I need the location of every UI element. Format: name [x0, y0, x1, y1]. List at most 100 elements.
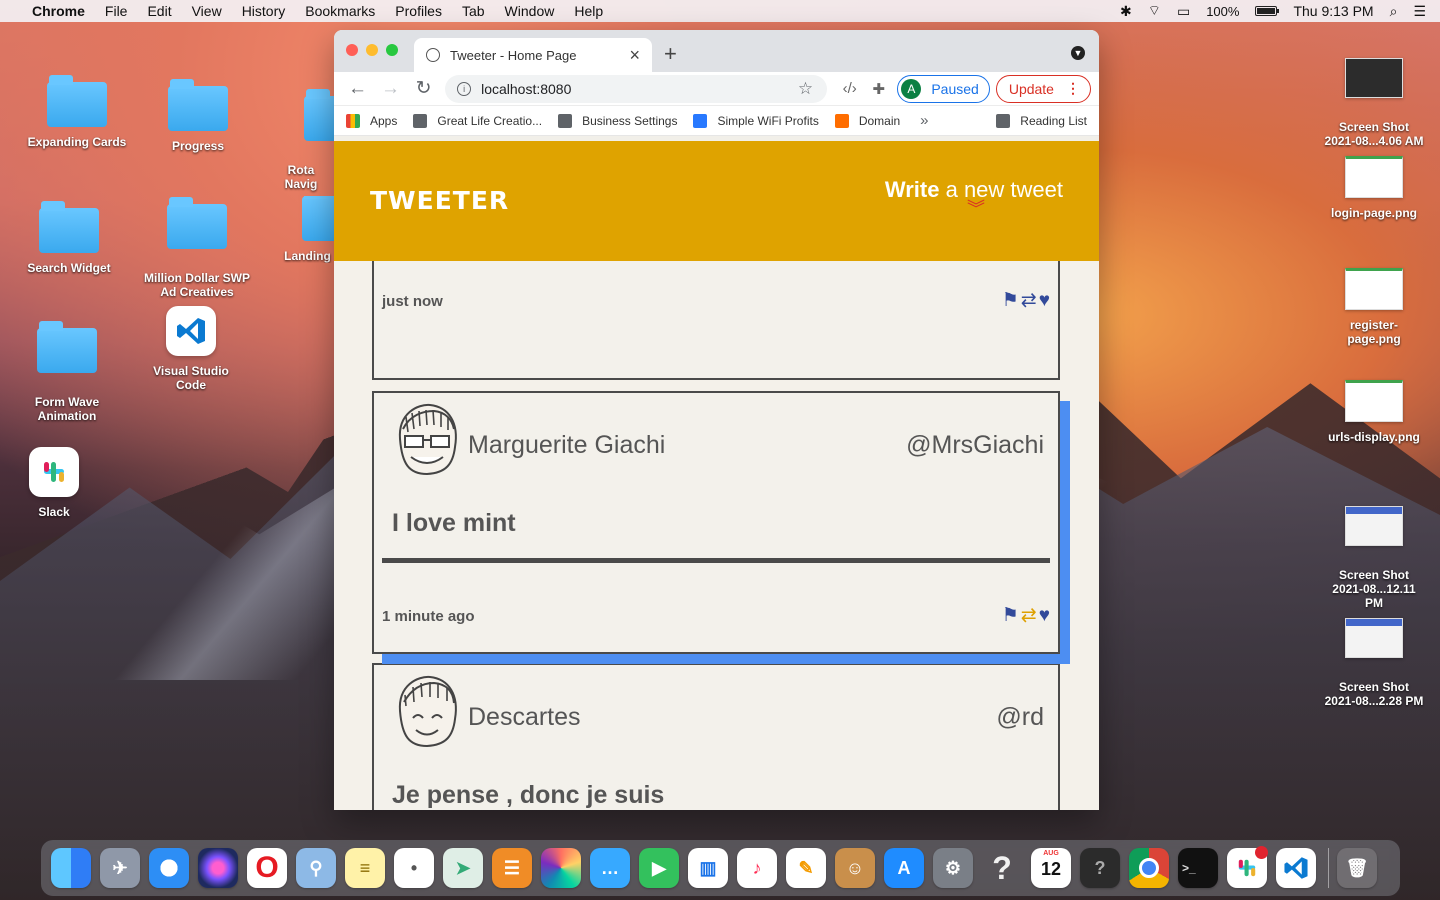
- forward-button[interactable]: →: [379, 77, 402, 101]
- menu-tab[interactable]: Tab: [462, 3, 485, 19]
- battery-percent: 100%: [1206, 3, 1240, 19]
- minimize-window-button[interactable]: [366, 44, 378, 56]
- chevron-down-icon[interactable]: ▼: [1071, 46, 1085, 60]
- desktop-folder-million-dollar[interactable]: Million Dollar SWP Ad Creatives: [137, 190, 257, 313]
- desktop-file-screenshot-1[interactable]: Screen Shot 2021-08...4.06 AM: [1324, 44, 1424, 162]
- reading-list-button[interactable]: Reading List: [996, 113, 1087, 128]
- safari-icon[interactable]: ✹: [149, 848, 189, 888]
- update-button[interactable]: Update ⋮: [995, 74, 1091, 103]
- desktop-app-vscode[interactable]: Visual Studio Code: [140, 306, 242, 392]
- desktop-file-login-page[interactable]: login-page.png: [1324, 156, 1424, 220]
- menu-view[interactable]: View: [192, 3, 222, 19]
- bookmark-apps[interactable]: Apps: [346, 113, 397, 128]
- flag-icon[interactable]: ⚑: [1002, 604, 1019, 627]
- back-button[interactable]: ←: [346, 77, 369, 101]
- double-chevron-down-icon: ︾: [966, 199, 985, 219]
- help-icon[interactable]: ?: [982, 848, 1022, 888]
- menu-profiles[interactable]: Profiles: [395, 3, 442, 19]
- bookmark-business-settings[interactable]: Business Settings: [558, 113, 677, 128]
- photos-icon[interactable]: [541, 848, 581, 888]
- wifi-icon[interactable]: ⌔: [1148, 2, 1161, 20]
- desktop-folder-form-wave[interactable]: Form Wave Animation: [17, 314, 117, 437]
- bluetooth-icon[interactable]: ✱: [1120, 3, 1132, 20]
- app-store-icon[interactable]: A: [884, 848, 924, 888]
- new-tab-button[interactable]: +: [664, 43, 677, 65]
- heart-icon[interactable]: ♥: [1039, 290, 1050, 312]
- bookmark-great-life[interactable]: Great Life Creatio...: [413, 113, 542, 128]
- notes-icon[interactable]: ≡: [345, 848, 385, 888]
- maximize-window-button[interactable]: [386, 44, 398, 56]
- search-icon[interactable]: ⌕: [1390, 3, 1398, 20]
- extensions-icon[interactable]: ✚: [868, 78, 889, 100]
- slack-icon[interactable]: [1227, 846, 1268, 888]
- question-icon[interactable]: ?: [1080, 848, 1120, 888]
- battery-icon[interactable]: [1255, 6, 1280, 16]
- menu-edit[interactable]: Edit: [147, 3, 171, 19]
- desktop-folder-progress[interactable]: Progress: [148, 79, 248, 153]
- flag-icon[interactable]: ⚑: [1002, 289, 1019, 312]
- desktop-file-urls-display[interactable]: urls-display.png: [1324, 380, 1424, 444]
- reload-button[interactable]: ↻: [412, 77, 435, 101]
- tweet-header: Marguerite Giachi @MrsGiachi: [392, 401, 1044, 479]
- settings-icon[interactable]: ⚙: [933, 848, 973, 888]
- display-icon[interactable]: ▭: [1177, 3, 1190, 20]
- menu-window[interactable]: Window: [505, 3, 555, 19]
- more-menu-icon[interactable]: ⋮: [1066, 80, 1080, 97]
- reminders-icon[interactable]: •: [394, 848, 434, 888]
- profile-paused-button[interactable]: A Paused: [897, 74, 990, 103]
- bookmarks-bar: Apps Great Life Creatio... Business Sett…: [334, 106, 1099, 136]
- menu-history[interactable]: History: [242, 3, 286, 19]
- bookmark-star-icon[interactable]: ☆: [798, 79, 813, 99]
- desktop-folder-expanding-cards[interactable]: Expanding Cards: [27, 75, 127, 149]
- code-extension-icon[interactable]: ‹/›: [839, 78, 860, 100]
- address-bar[interactable]: i localhost:8080 ☆: [445, 74, 828, 103]
- books-icon[interactable]: ☰: [492, 848, 532, 888]
- folder-icon: [304, 89, 336, 141]
- facetime-icon[interactable]: ▶: [639, 848, 679, 888]
- menu-help[interactable]: Help: [574, 3, 603, 19]
- pages-icon[interactable]: ✎: [786, 848, 826, 888]
- messages-icon[interactable]: …: [590, 848, 630, 888]
- site-brand[interactable]: TWEETER: [370, 186, 509, 215]
- contacts-icon[interactable]: ☺: [835, 848, 875, 888]
- compose-tweet-button[interactable]: Write a new tweet ︾: [885, 177, 1063, 219]
- retweet-icon[interactable]: ⇄: [1021, 604, 1037, 627]
- tab-tweeter-home[interactable]: Tweeter - Home Page ×: [414, 38, 652, 72]
- trash-icon[interactable]: 🗑: [1337, 848, 1377, 888]
- desktop-folder-rota-navig[interactable]: Rota Navig: [266, 82, 336, 205]
- info-icon[interactable]: i: [457, 81, 472, 96]
- preview-icon[interactable]: ⚲: [296, 848, 336, 888]
- finder-icon[interactable]: [51, 848, 91, 888]
- chrome-icon[interactable]: [1129, 848, 1169, 888]
- paused-label: Paused: [931, 80, 979, 97]
- apps-grid-icon: [346, 113, 360, 128]
- bookmark-domain[interactable]: Domain: [834, 113, 900, 128]
- close-tab-icon[interactable]: ×: [629, 46, 640, 64]
- desktop-folder-search-widget[interactable]: Search Widget: [19, 201, 119, 275]
- menu-app-name[interactable]: Chrome: [32, 3, 85, 19]
- menu-bookmarks[interactable]: Bookmarks: [305, 3, 375, 19]
- retweet-icon[interactable]: ⇄: [1021, 289, 1037, 312]
- desktop-file-register-page[interactable]: register-page.png: [1324, 268, 1424, 346]
- terminal-icon[interactable]: >_: [1178, 848, 1218, 888]
- bookmark-simple-wifi[interactable]: Simple WiFi Profits: [693, 113, 819, 128]
- numbers-icon[interactable]: ▥: [688, 848, 728, 888]
- opera-icon[interactable]: O: [247, 848, 287, 888]
- maps-icon[interactable]: ➤: [443, 848, 483, 888]
- address-url[interactable]: localhost:8080: [481, 81, 571, 97]
- music-icon[interactable]: ♪: [737, 848, 777, 888]
- desktop-folder-landing[interactable]: Landing: [280, 196, 335, 263]
- more-bookmarks-button[interactable]: »: [920, 112, 928, 129]
- calendar-icon[interactable]: AUG 12: [1031, 848, 1071, 888]
- heart-icon[interactable]: ♥: [1039, 605, 1050, 627]
- clock[interactable]: Thu 9:13 PM: [1293, 3, 1373, 19]
- compose-label-rest: a new tweet: [939, 177, 1063, 202]
- desktop-app-slack[interactable]: Slack: [4, 447, 104, 519]
- launchpad-icon[interactable]: ✈: [100, 848, 140, 888]
- menu-file[interactable]: File: [105, 3, 128, 19]
- vscode-icon[interactable]: [1276, 848, 1316, 888]
- close-window-button[interactable]: [346, 44, 358, 56]
- siri-icon[interactable]: [198, 848, 238, 888]
- desktop-file-screenshot-3[interactable]: Screen Shot 2021-08...2.28 PM: [1324, 604, 1424, 722]
- control-center-icon[interactable]: ☰: [1413, 3, 1426, 20]
